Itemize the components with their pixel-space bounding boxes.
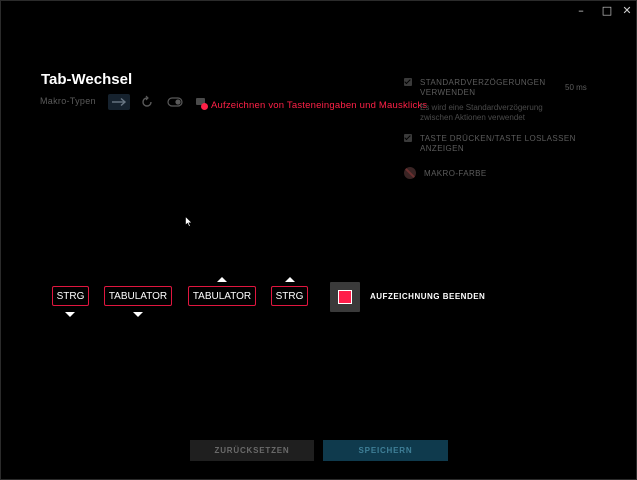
key-tab-up[interactable]: TABULATOR	[188, 286, 256, 306]
default-delays-description: Es wird eine Standardverzögerung zwische…	[420, 103, 543, 123]
key-strg-down[interactable]: STRG	[52, 286, 89, 306]
recording-dot-icon	[201, 103, 208, 110]
key-tab-down[interactable]: TABULATOR	[104, 286, 172, 306]
macro-type-sequence-button[interactable]	[108, 94, 130, 110]
toggle-icon	[167, 97, 183, 107]
maximize-icon[interactable]: □	[600, 4, 614, 17]
macro-color-label: MAKRO-FARBE	[424, 169, 487, 178]
mouse-cursor-icon	[185, 216, 193, 227]
arrow-right-icon	[112, 97, 127, 107]
repeat-icon	[142, 95, 152, 107]
stop-recording-button[interactable]	[330, 282, 360, 312]
minimize-icon[interactable]: –	[574, 4, 588, 17]
key-down-arrow-icon	[65, 312, 75, 317]
no-color-icon[interactable]	[404, 167, 416, 179]
show-keypress-label: TASTE DRÜCKEN/TASTE LOSLASSEN ANZEIGEN	[420, 134, 576, 154]
default-delay-value[interactable]: 50 ms	[565, 83, 587, 92]
reset-button[interactable]: ZURÜCKSETZEN	[190, 440, 314, 461]
show-keypress-label-line1: TASTE DRÜCKEN/TASTE LOSLASSEN	[420, 134, 576, 143]
default-delays-label: STANDARDVERZÖGERUNGEN VERWENDEN	[420, 78, 546, 98]
default-delays-checkbox[interactable]	[404, 78, 412, 86]
default-delays-label-line1: STANDARDVERZÖGERUNGEN	[420, 78, 546, 87]
show-keypress-checkbox[interactable]	[404, 134, 412, 142]
key-strg-up[interactable]: STRG	[271, 286, 308, 306]
recording-hint: Aufzeichnen von Tasteneingaben und Mausk…	[211, 100, 428, 111]
default-delays-desc-line1: Es wird eine Standardverzögerung	[420, 103, 543, 112]
macro-type-toggle-button[interactable]	[164, 94, 186, 110]
macro-type-repeat-button[interactable]	[136, 94, 158, 110]
key-up-arrow-icon	[285, 277, 295, 282]
stop-recording-label[interactable]: AUFZEICHNUNG BEENDEN	[370, 292, 485, 301]
default-delays-desc-line2: zwischen Aktionen verwendet	[420, 113, 525, 122]
macro-title: Tab-Wechsel	[41, 71, 133, 88]
save-button[interactable]: SPEICHERN	[323, 440, 448, 461]
show-keypress-label-line2: ANZEIGEN	[420, 144, 465, 153]
key-down-arrow-icon	[133, 312, 143, 317]
default-delays-label-line2: VERWENDEN	[420, 88, 476, 97]
key-up-arrow-icon	[217, 277, 227, 282]
stop-icon	[338, 290, 352, 304]
close-icon[interactable]: ✕	[620, 4, 634, 17]
macro-types-label: Makro-Typen	[40, 96, 96, 106]
